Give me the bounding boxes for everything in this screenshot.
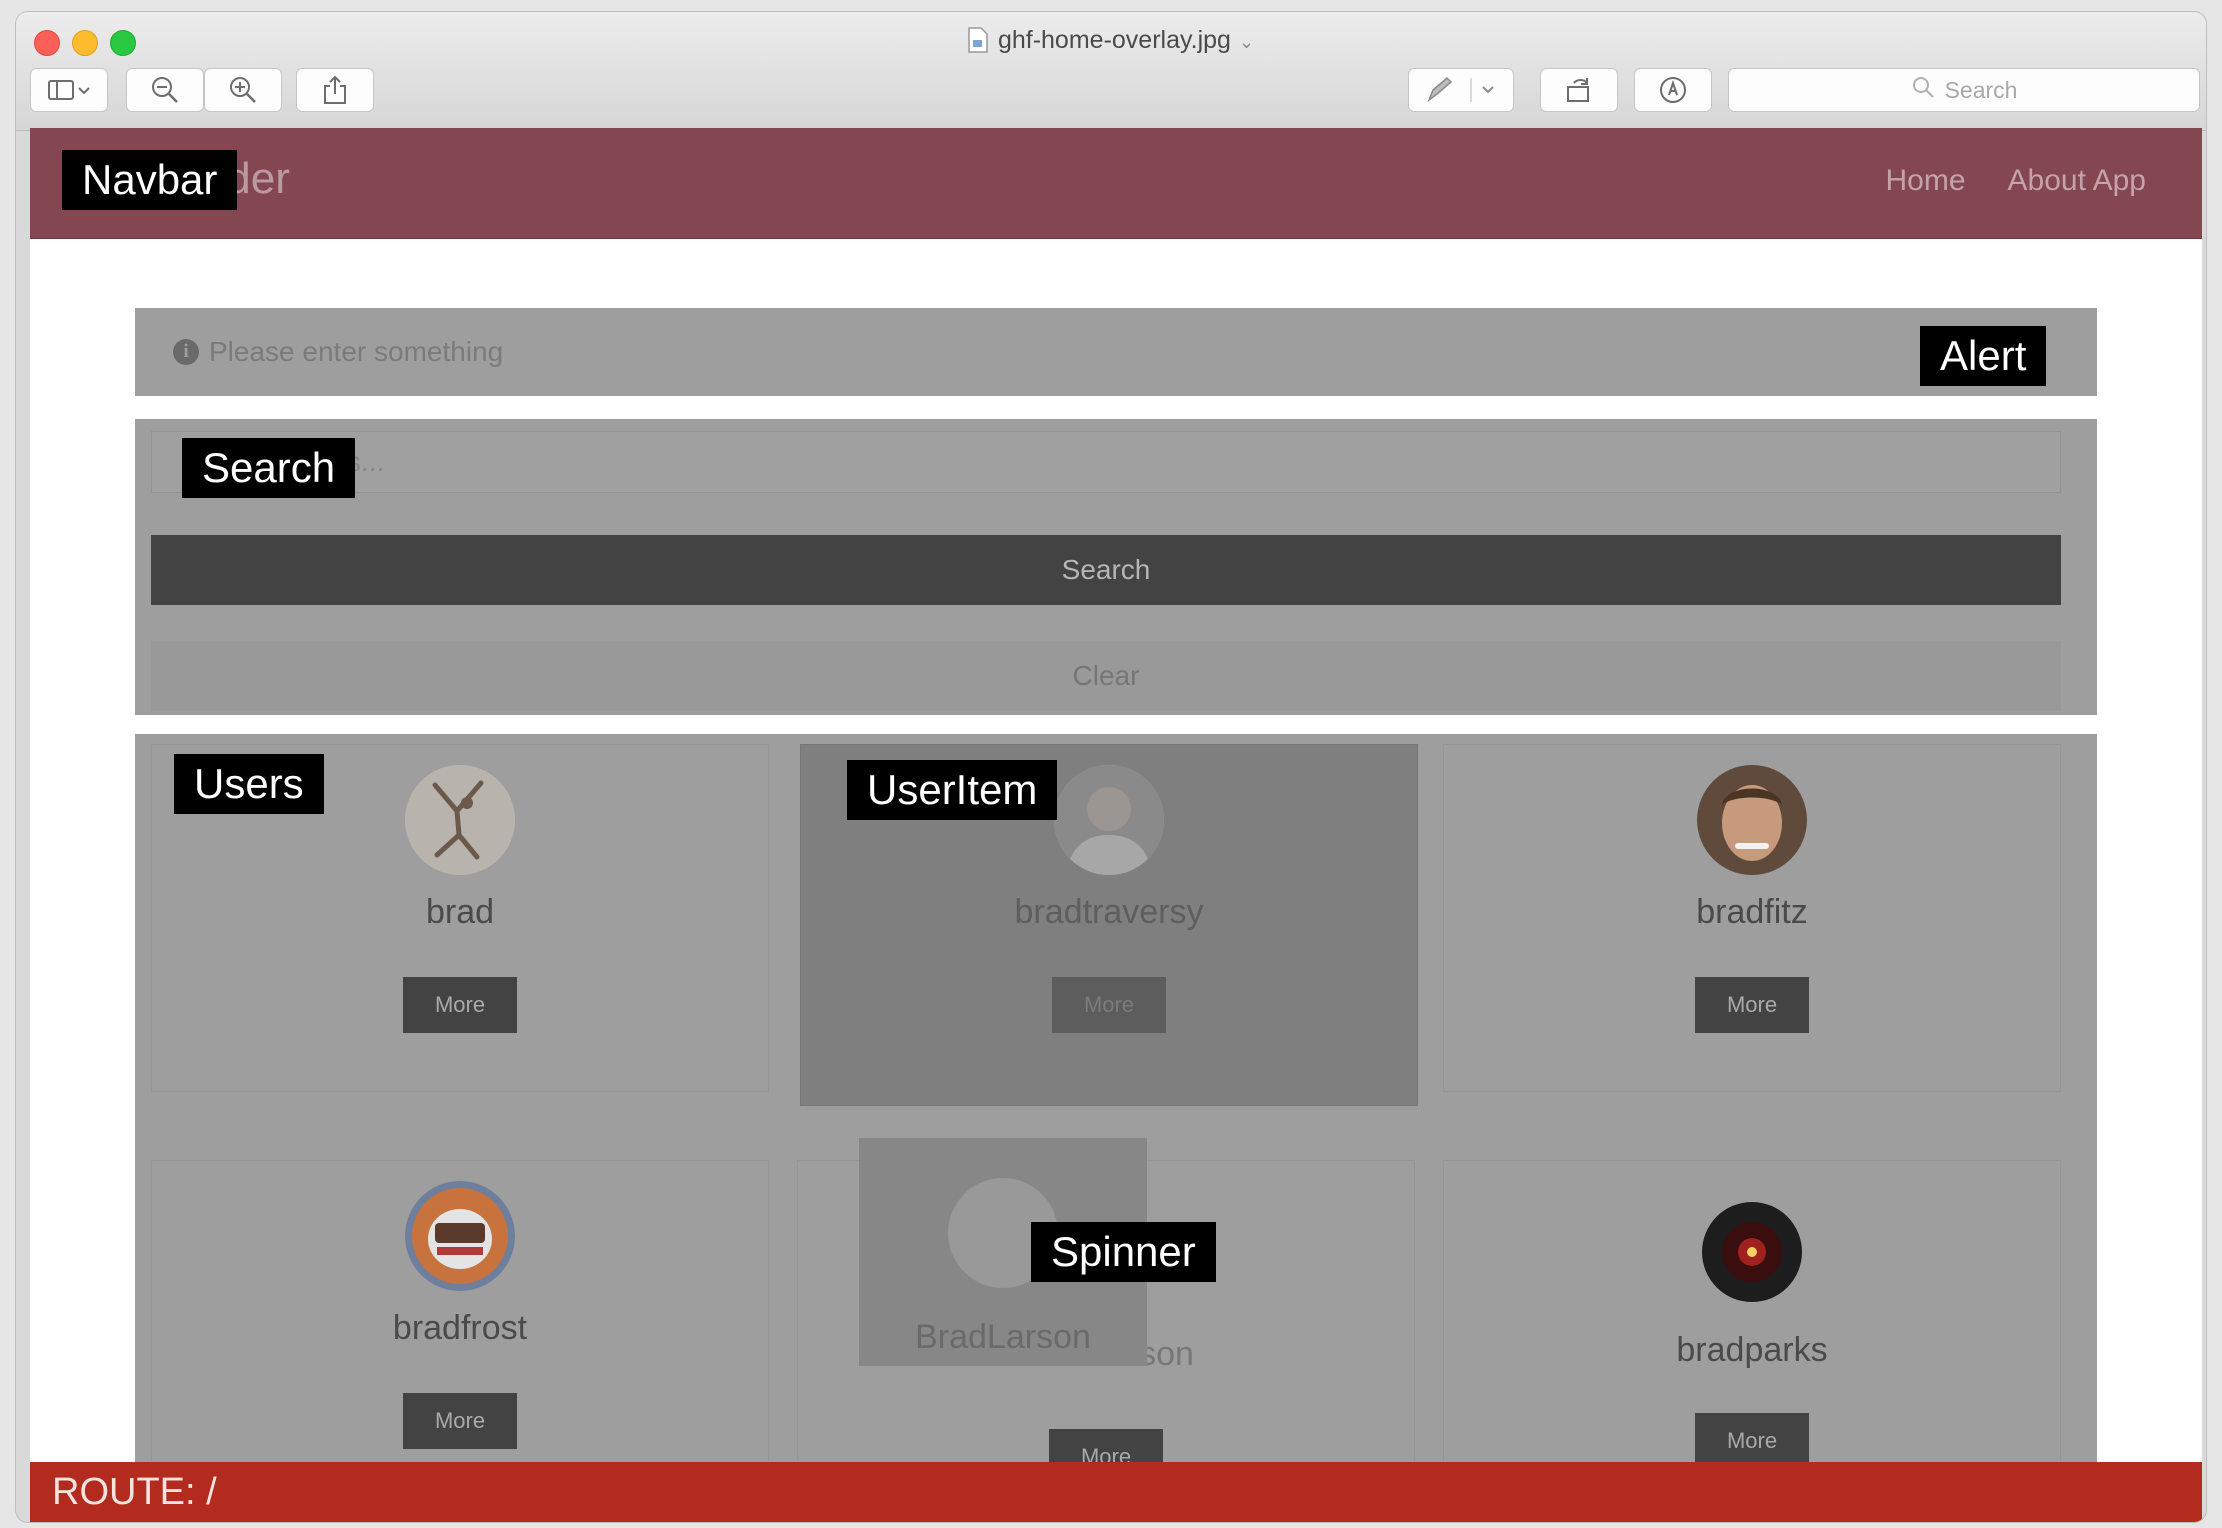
rotate-icon	[1564, 75, 1594, 105]
user-login: bradfitz	[1696, 893, 1808, 931]
search-section: ers... Search Clear	[135, 419, 2097, 715]
preview-window: ghf-home-overlay.jpg ⌄ Search inder Home…	[16, 12, 2206, 1522]
user-login: bradfrost	[392, 1309, 528, 1347]
user-login: bradtraversy	[1014, 893, 1204, 931]
user-card: bradfitz More	[1443, 744, 2061, 1092]
annotate-button[interactable]	[1634, 68, 1712, 112]
share-icon	[322, 75, 348, 105]
markup-pen-icon	[1421, 76, 1501, 104]
more-button[interactable]: More	[1052, 977, 1166, 1033]
share-button[interactable]	[296, 68, 374, 112]
nav-link-about[interactable]: About App	[2008, 164, 2146, 198]
avatar	[405, 1181, 515, 1291]
zoom-in-button[interactable]	[204, 68, 282, 112]
overlay-label-users: Users	[174, 754, 324, 814]
annotate-icon	[1658, 75, 1688, 105]
zoom-out-icon	[150, 75, 180, 105]
users-grid: brad More bradtraversy More bradfitz Mor…	[135, 734, 2097, 1522]
more-button[interactable]: More	[403, 977, 517, 1033]
more-button[interactable]: More	[1695, 977, 1809, 1033]
nav-link-home[interactable]: Home	[1886, 164, 1966, 198]
avatar	[1697, 1197, 1807, 1307]
document-title[interactable]: ghf-home-overlay.jpg ⌄	[16, 26, 2206, 55]
markup-pen-button[interactable]	[1408, 68, 1514, 112]
navbar: inder Home About App	[30, 128, 2202, 239]
info-icon: i	[173, 339, 199, 365]
clear-button[interactable]: Clear	[151, 641, 2061, 711]
more-button[interactable]: More	[1695, 1413, 1809, 1469]
title-bar: ghf-home-overlay.jpg ⌄ Search	[16, 12, 2206, 131]
zoom-out-button[interactable]	[126, 68, 204, 112]
alert-message: Please enter something	[209, 336, 504, 367]
rotate-button[interactable]	[1540, 68, 1618, 112]
toolbar-search-field[interactable]: Search	[1728, 68, 2200, 112]
sidebar-toggle-icon	[47, 78, 91, 102]
user-login: bradparks	[1676, 1331, 1828, 1369]
overlay-label-alert: Alert	[1920, 326, 2047, 386]
avatar	[1697, 765, 1807, 875]
overlay-label-search: Search	[182, 438, 356, 498]
document-icon	[968, 27, 988, 53]
overlay-label-spinner: Spinner	[1031, 1222, 1216, 1282]
search-button[interactable]: Search	[151, 535, 2061, 605]
spinner-login-label: BradLarson	[915, 1318, 1091, 1356]
zoom-in-icon	[228, 75, 258, 105]
navbar-links: Home About App	[1886, 164, 2147, 198]
overlay-label-useritem: UserItem	[847, 760, 1058, 820]
toolbar-search-placeholder: Search	[1944, 76, 2018, 103]
route-bar: ROUTE: /	[30, 1462, 2202, 1522]
chevron-down-icon[interactable]: ⌄	[1239, 32, 1254, 52]
more-button[interactable]: More	[403, 1393, 517, 1449]
sidebar-toggle-button[interactable]	[30, 68, 108, 112]
alert-box: i Please enter something	[135, 308, 2097, 396]
avatar	[1054, 765, 1164, 875]
user-login: brad	[425, 893, 495, 931]
overlay-label-navbar: Navbar	[62, 150, 238, 210]
document-file-name: ghf-home-overlay.jpg	[997, 26, 1231, 54]
search-icon	[1911, 75, 1945, 105]
search-users-input[interactable]: ers...	[151, 431, 2061, 493]
image-viewport: inder Home About App Navbar i Please ent…	[30, 128, 2202, 1522]
avatar	[405, 765, 515, 875]
